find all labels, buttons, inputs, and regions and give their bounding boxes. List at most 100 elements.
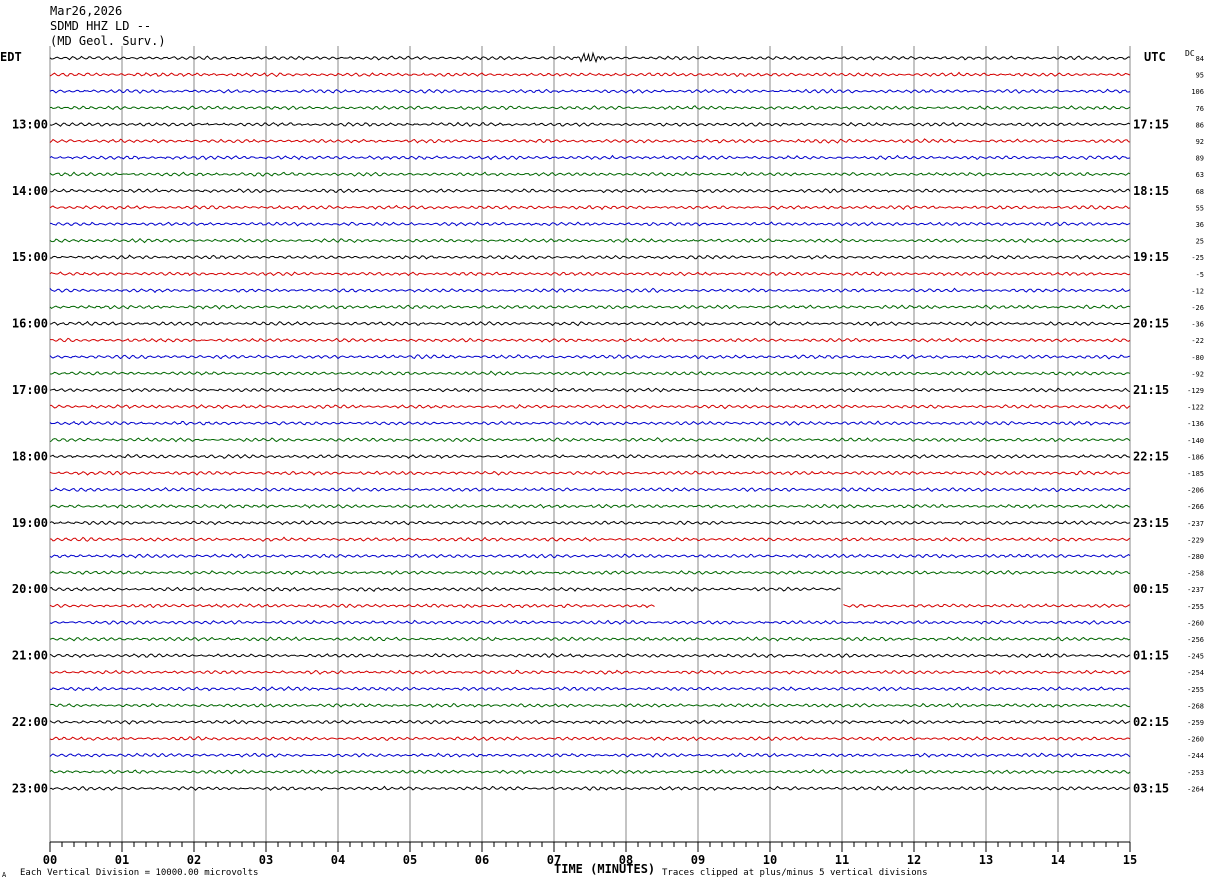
left-hour-label: 23:00	[12, 781, 48, 795]
x-axis-title: TIME (MINUTES)	[554, 862, 656, 876]
dc-offset-value: 86	[1196, 121, 1204, 129]
x-tick-label-12: 12	[907, 853, 921, 867]
right-hour-label: 00:15	[1133, 582, 1169, 596]
right-hour-label: 19:15	[1133, 250, 1169, 264]
x-tick-label-02: 02	[187, 853, 201, 867]
dc-offset-value: -26	[1191, 304, 1204, 312]
dc-offset-value: -12	[1191, 287, 1204, 295]
dc-offset-value: -237	[1187, 520, 1204, 528]
trace-14	[49, 287, 1131, 294]
dc-offset-value: -259	[1187, 719, 1204, 727]
trace-10	[49, 221, 1131, 227]
trace-27	[49, 503, 1131, 509]
x-tick-label-11: 11	[835, 853, 849, 867]
trace-5	[49, 138, 1131, 144]
dc-offset-value: 95	[1196, 72, 1204, 80]
dc-offset-value: -244	[1187, 752, 1204, 760]
trace-36	[49, 653, 1131, 659]
corner-mark: A	[2, 871, 7, 879]
dc-offset-value: 92	[1196, 138, 1204, 146]
trace-2	[49, 88, 1131, 94]
x-tick-label-10: 10	[763, 853, 777, 867]
dc-offset-value: -186	[1187, 453, 1204, 461]
x-tick-label-05: 05	[403, 853, 417, 867]
trace-23	[49, 437, 1131, 443]
right-hour-label: 22:15	[1133, 449, 1169, 463]
dc-offset-value: -253	[1187, 769, 1204, 777]
left-hour-label: 17:00	[12, 383, 48, 397]
dc-offset-value: -140	[1187, 437, 1204, 445]
trace-37	[49, 669, 1131, 675]
right-hour-label: 02:15	[1133, 715, 1169, 729]
trace-20	[49, 387, 1131, 393]
dc-offset-value: 63	[1196, 171, 1204, 179]
scale-note: Each Vertical Division = 10000.00 microv…	[20, 868, 259, 878]
trace-18	[49, 354, 1131, 360]
dc-offset-value: -237	[1187, 586, 1204, 594]
hour-labels: 13:00 14:00 15:00 16:00 17:00 18:00 19:00 20:00…	[12, 55, 1204, 795]
dc-offset-value: 76	[1196, 105, 1204, 113]
dc-offset-value: -245	[1187, 653, 1204, 661]
left-hour-label: 21:00	[12, 649, 48, 663]
dc-offset-value: -254	[1187, 669, 1204, 677]
seismic-traces	[49, 51, 1131, 791]
trace-43	[49, 769, 1131, 775]
dc-offset-value: -280	[1187, 553, 1204, 561]
dc-offset-value: -92	[1191, 370, 1204, 378]
dc-offset-value: -255	[1187, 686, 1204, 694]
trace-7	[49, 171, 1131, 177]
trace-22	[49, 420, 1131, 426]
trace-16	[49, 320, 1131, 327]
left-hour-label: 15:00	[12, 250, 48, 264]
trace-13	[49, 271, 1131, 277]
left-hour-label: 16:00	[12, 317, 48, 331]
x-tick-label-04: 04	[331, 853, 345, 867]
left-hour-label: 14:00	[12, 184, 48, 198]
dc-offset-value: -266	[1187, 503, 1204, 511]
trace-31	[49, 569, 1131, 576]
trace-21	[49, 404, 1131, 410]
dc-offset-value: -264	[1187, 785, 1204, 793]
dc-offset-value: -136	[1187, 420, 1204, 428]
x-tick-label-09: 09	[691, 853, 705, 867]
dc-offset-value: -25	[1191, 254, 1204, 262]
right-hour-label: 17:15	[1133, 117, 1169, 131]
trace-12	[49, 254, 1131, 260]
dc-offset-value: -80	[1191, 354, 1204, 362]
dc-offset-value: 106	[1191, 88, 1204, 96]
x-tick-label-15: 15	[1123, 853, 1137, 867]
trace-40	[49, 719, 1131, 725]
trace-11	[49, 237, 1131, 244]
trace-24	[49, 453, 1131, 459]
clip-note: Traces clipped at plus/minus 5 vertical …	[662, 868, 928, 878]
dc-offset-value: -122	[1187, 404, 1204, 412]
trace-32	[49, 586, 841, 593]
trace-3	[49, 105, 1131, 111]
trace-26	[49, 486, 1131, 493]
dc-offset-value: -256	[1187, 636, 1204, 644]
trace-39	[49, 702, 1131, 708]
left-hour-label: 20:00	[12, 582, 48, 596]
dc-offset-value: 89	[1196, 155, 1204, 163]
trace-41	[49, 736, 1131, 742]
left-hour-label: 19:00	[12, 516, 48, 530]
trace-34	[49, 619, 1131, 625]
dc-offset-value: 36	[1196, 221, 1204, 229]
dc-offset-value: -129	[1187, 387, 1204, 395]
dc-offset-value: -258	[1187, 570, 1204, 578]
x-tick-label-03: 03	[259, 853, 273, 867]
x-tick-label-00: 00	[43, 853, 57, 867]
trace-15	[49, 304, 1131, 310]
left-hour-label: 22:00	[12, 715, 48, 729]
trace-35	[49, 636, 1131, 642]
trace-9	[49, 204, 1131, 211]
dc-offset-value: 25	[1196, 238, 1204, 246]
trace-33	[49, 603, 1131, 609]
trace-19	[49, 370, 1131, 377]
seismogram-helicorder: 00 01 02 03 04 05 06 07 08 09 10 11 12 13 14 15 13:0014…	[12, 46, 1204, 867]
trace-29	[49, 536, 1131, 542]
right-hour-label: 03:15	[1133, 781, 1169, 795]
dc-offset-value: -260	[1187, 619, 1204, 627]
right-hour-label: 23:15	[1133, 516, 1169, 530]
right-hour-label: 20:15	[1133, 317, 1169, 331]
